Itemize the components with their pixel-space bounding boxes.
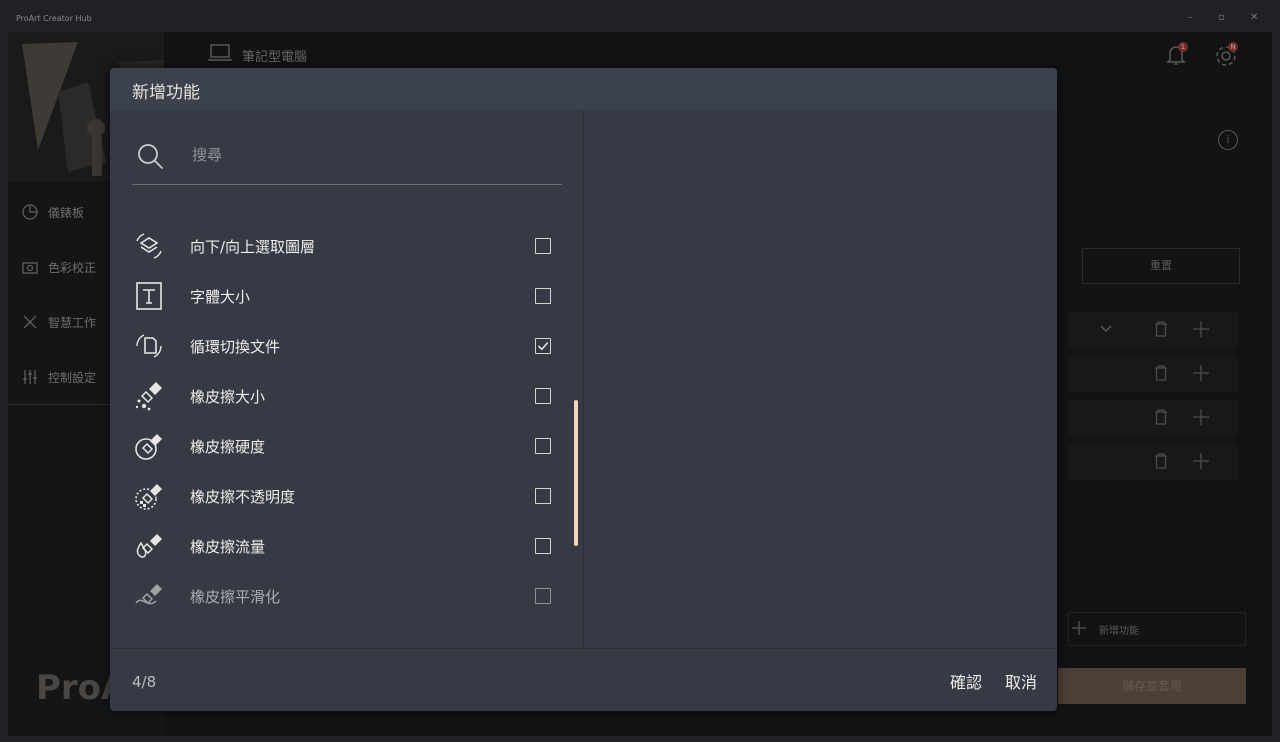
checkmark-icon: [537, 342, 549, 351]
sidebar-item-label: 智慧工作: [48, 315, 97, 330]
settings-button[interactable]: N: [1214, 42, 1238, 68]
add-function-dialog: 新增功能 向下/向上選取圖層 字體大小: [110, 68, 1057, 711]
confirm-button[interactable]: 確認: [950, 669, 982, 693]
move-icon[interactable]: [1192, 408, 1210, 426]
function-item-eraser-smoothing[interactable]: 橡皮擦平滑化: [132, 578, 557, 614]
function-list-pane: 向下/向上選取圖層 字體大小 循環切換文件 橡皮擦大小: [110, 110, 584, 648]
function-item-label: 橡皮擦流量: [190, 537, 266, 556]
notification-badge: 1: [1178, 42, 1188, 52]
function-item-label: 橡皮擦硬度: [190, 437, 266, 456]
function-item-eraser-size[interactable]: 橡皮擦大小: [132, 378, 557, 414]
pie-chart-icon: [22, 204, 38, 220]
search-bar: [132, 136, 562, 185]
function-item-layer-select[interactable]: 向下/向上選取圖層: [132, 228, 557, 264]
sidebar-item-label: 色彩校正: [48, 260, 97, 275]
function-item-checkbox[interactable]: [535, 388, 551, 404]
eraser-size-icon: [132, 379, 166, 413]
function-item-label: 橡皮擦大小: [190, 387, 266, 406]
trash-icon[interactable]: [1154, 453, 1168, 469]
eraser-opacity-icon: [132, 479, 166, 513]
notifications-button[interactable]: 1: [1166, 42, 1188, 66]
close-window-button[interactable]: ✕: [1250, 12, 1258, 23]
function-item-label: 字體大小: [190, 287, 251, 306]
chevron-down-icon[interactable]: [1100, 324, 1112, 334]
layer-select-icon: [132, 229, 166, 263]
function-item-eraser-flow[interactable]: 橡皮擦流量: [132, 528, 557, 564]
reset-button[interactable]: 重置: [1082, 248, 1240, 284]
tab-laptop[interactable]: 筆記型電腦: [208, 44, 307, 66]
sidebar-item-control-settings[interactable]: 控制設定: [22, 367, 96, 387]
cycle-document-icon: [132, 329, 166, 363]
sidebar-item-label: 控制設定: [48, 370, 97, 385]
function-row: [1068, 400, 1238, 436]
tools-icon: [22, 314, 38, 330]
function-item-checkbox[interactable]: [535, 438, 551, 454]
function-item-cycle-document[interactable]: 循環切換文件: [132, 328, 557, 364]
move-icon[interactable]: [1192, 320, 1210, 338]
eraser-flow-icon: [132, 529, 166, 563]
selection-count: 4/8: [132, 673, 157, 691]
preview-pane: [584, 110, 1057, 648]
sidebar-item-color-calibration[interactable]: 色彩校正: [22, 257, 96, 277]
minimize-button[interactable]: –: [1188, 12, 1193, 23]
move-icon[interactable]: [1192, 452, 1210, 470]
function-item-checkbox-checked[interactable]: [535, 338, 551, 354]
sidebar-item-label: 儀錶板: [48, 205, 85, 220]
function-row: [1068, 312, 1238, 348]
function-item-label: 橡皮擦平滑化: [190, 587, 281, 606]
function-item-checkbox[interactable]: [535, 488, 551, 504]
function-item-checkbox[interactable]: [535, 538, 551, 554]
window-titlebar: ProArt Creator Hub – ▫ ✕: [0, 0, 1280, 32]
function-item-eraser-hardness[interactable]: 橡皮擦硬度: [132, 428, 557, 464]
settings-badge: N: [1228, 42, 1238, 52]
add-function-button[interactable]: 新增功能: [1068, 612, 1246, 646]
function-item-eraser-opacity[interactable]: 橡皮擦不透明度: [132, 478, 557, 514]
list-scrollbar[interactable]: [574, 400, 578, 546]
dialog-header: 新增功能: [110, 68, 1057, 110]
save-apply-button[interactable]: 儲存並套用: [1058, 668, 1246, 704]
trash-icon[interactable]: [1154, 365, 1168, 381]
search-input[interactable]: [190, 142, 554, 168]
sidebar-item-dashboard[interactable]: 儀錶板: [22, 202, 84, 222]
camera-icon: [22, 259, 38, 275]
sliders-icon: [22, 369, 38, 385]
laptop-icon: [208, 44, 232, 66]
sidebar-item-smart-work[interactable]: 智慧工作: [22, 312, 96, 332]
function-item-checkbox[interactable]: [535, 588, 551, 604]
dialog-footer: 4/8 確認 取消: [110, 648, 1057, 711]
move-icon[interactable]: [1192, 364, 1210, 382]
info-icon[interactable]: i: [1218, 130, 1238, 150]
plus-icon: [1071, 620, 1087, 639]
function-item-label: 向下/向上選取圖層: [190, 237, 316, 256]
eraser-hardness-icon: [132, 429, 166, 463]
trash-icon[interactable]: [1154, 409, 1168, 425]
function-row: [1068, 444, 1238, 480]
function-row: [1068, 356, 1238, 392]
window-title: ProArt Creator Hub: [16, 14, 92, 23]
maximize-button[interactable]: ▫: [1218, 12, 1225, 23]
eraser-smoothing-icon: [132, 579, 166, 613]
add-function-label: 新增功能: [1099, 625, 1139, 637]
search-icon: [138, 144, 163, 169]
function-item-checkbox[interactable]: [535, 288, 551, 304]
dialog-title: 新增功能: [132, 83, 200, 103]
function-item-label: 橡皮擦不透明度: [190, 487, 296, 506]
function-item-font-size[interactable]: 字體大小: [132, 278, 557, 314]
trash-icon[interactable]: [1154, 321, 1168, 337]
function-item-label: 循環切換文件: [190, 337, 281, 356]
font-size-icon: [132, 279, 166, 313]
device-tab-label: 筆記型電腦: [242, 49, 308, 65]
cancel-button[interactable]: 取消: [1005, 669, 1037, 693]
function-item-checkbox[interactable]: [535, 238, 551, 254]
